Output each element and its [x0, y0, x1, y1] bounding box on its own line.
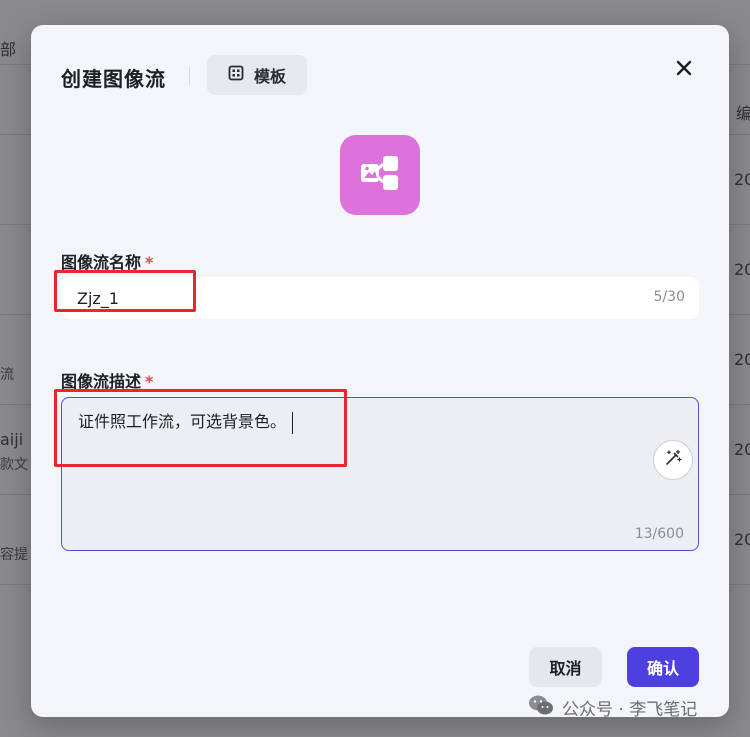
create-image-flow-dialog: 创建图像流 模板 图像流名称 * Zjz_1 5/30 图像流描述 * 证件照工… — [31, 25, 729, 717]
bg-cell: 20 — [734, 260, 750, 279]
watermark-text: 公众号 · 李飞笔记 — [562, 700, 698, 720]
cancel-button[interactable]: 取消 — [529, 647, 602, 687]
bg-cell: 20 — [734, 170, 750, 189]
image-flow-icon — [360, 153, 400, 197]
confirm-button[interactable]: 确认 — [627, 647, 699, 687]
bg-cell: 款文 — [0, 457, 28, 473]
app-avatar[interactable] — [340, 135, 420, 215]
title-divider — [189, 67, 190, 85]
dialog-title: 创建图像流 — [61, 67, 166, 91]
template-label: 模板 — [253, 67, 286, 86]
grid-icon — [228, 65, 244, 85]
annotation-box-name — [54, 270, 196, 312]
watermark: 公众号 · 李飞笔记 — [528, 694, 697, 721]
annotation-box-description — [54, 389, 347, 467]
bg-right-header: 编 — [736, 104, 750, 123]
bg-cell: 20 — [734, 440, 750, 459]
desc-char-counter: 13/600 — [634, 526, 684, 542]
bg-cell: 20 — [734, 350, 750, 369]
magic-wand-icon — [664, 449, 682, 471]
close-icon — [676, 60, 692, 80]
ai-generate-button[interactable] — [653, 440, 693, 480]
template-button[interactable]: 模板 — [207, 55, 307, 95]
name-char-counter: 5/30 — [653, 289, 685, 305]
bg-header-fragment: 部 — [0, 40, 17, 59]
wechat-icon — [528, 694, 554, 721]
bg-cell: 容提 — [0, 547, 28, 563]
close-button[interactable] — [669, 55, 699, 85]
bg-cell: 流 — [0, 367, 14, 383]
bg-cell: 20 — [734, 530, 750, 549]
bg-cell: aiji — [0, 430, 24, 449]
